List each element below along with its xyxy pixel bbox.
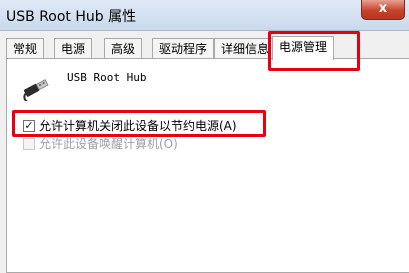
power-management-panel: USB Root Hub ✓ 允许计算机关闭此设备以节约电源(A) 允许此设备唤… [6,58,409,273]
tab-advanced[interactable]: 高级 [104,38,143,58]
tab-power[interactable]: 电源 [54,38,93,58]
highlight-allow-turn-off [12,110,266,137]
window-title: USB Root Hub 属性 [6,9,137,25]
allow-wake-label: 允许此设备唤醒计算机(O) [39,137,178,151]
close-button[interactable]: x [361,0,405,20]
tab-power-management[interactable]: 电源管理 [272,36,335,60]
device-name: USB Root Hub [67,71,147,84]
usb-plug-icon [23,79,49,101]
title-bar: USB Root Hub 属性 x [0,0,409,31]
allow-wake-checkbox [23,137,35,150]
tab-general[interactable]: 常规 [6,38,45,58]
tab-details[interactable]: 详细信息 [214,38,277,58]
tab-driver[interactable]: 驱动程序 [152,38,215,58]
allow-wake-option: 允许此设备唤醒计算机(O) [23,135,178,152]
